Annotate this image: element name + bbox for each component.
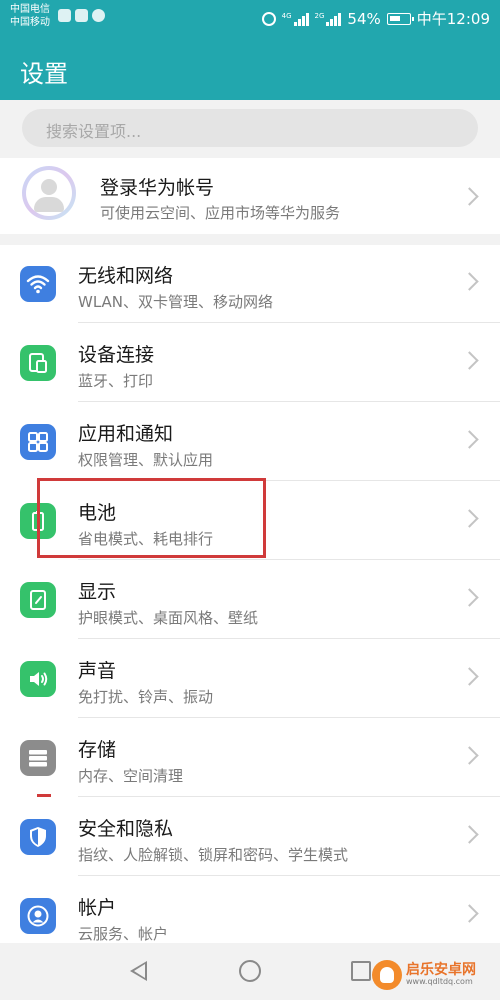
avatar-head	[41, 179, 57, 195]
display-icon	[20, 582, 56, 618]
watermark: 启乐安卓网 www.qdltdq.com	[372, 960, 476, 990]
status-right: 4G 2G 54% 中午12:09	[261, 8, 490, 29]
item-subtitle: WLAN、双卡管理、移动网络	[78, 293, 274, 311]
speaker-icon	[20, 661, 56, 697]
chevron-right-icon	[460, 904, 479, 923]
chevron-right-icon	[460, 667, 479, 686]
signal-icon: 4G	[282, 12, 309, 26]
item-title: 无线和网络	[78, 265, 174, 287]
item-subtitle: 云服务、帐户	[78, 925, 169, 943]
avatar	[22, 166, 76, 220]
home-icon[interactable]	[239, 960, 261, 982]
settings-item-apps-notifications[interactable]: 应用和通知 权限管理、默认应用	[0, 403, 500, 481]
status-bar: 中国电信 中国移动 4G 2G 54% 中午12:09	[0, 0, 500, 36]
device-connection-icon	[20, 345, 56, 381]
apps-grid-icon	[20, 424, 56, 460]
divider	[78, 796, 500, 797]
notification-app-icon	[75, 9, 88, 22]
avatar-body	[34, 197, 64, 212]
back-icon[interactable]	[130, 961, 147, 981]
red-mark	[37, 794, 51, 797]
account-subtitle: 可使用云空间、应用市场等华为服务	[100, 204, 341, 222]
divider	[78, 717, 500, 718]
item-title: 声音	[78, 660, 117, 682]
account-icon	[20, 898, 56, 934]
storage-icon	[20, 740, 56, 776]
page-title: 设置	[20, 60, 68, 88]
divider	[78, 401, 500, 402]
settings-item-storage[interactable]: 存储 内存、空间清理	[0, 719, 500, 797]
chevron-right-icon	[460, 351, 479, 370]
notification-app-icon	[92, 9, 105, 22]
app-bar: 中国电信 中国移动 4G 2G 54% 中午12:09 设置	[0, 0, 500, 100]
settings-item-sound[interactable]: 声音 免打扰、铃声、振动	[0, 640, 500, 718]
account-title: 登录华为帐号	[100, 177, 215, 199]
divider	[78, 875, 500, 876]
shield-icon	[20, 819, 56, 855]
item-subtitle: 护眼模式、桌面风格、壁纸	[78, 609, 259, 627]
item-subtitle: 蓝牙、打印	[78, 372, 154, 390]
chevron-right-icon	[460, 272, 479, 291]
divider	[78, 559, 500, 560]
battery-status-icon	[386, 12, 414, 25]
carrier-2: 中国移动	[10, 17, 50, 28]
wifi-icon	[20, 266, 56, 302]
signal-icon: 2G	[315, 12, 342, 26]
divider	[78, 638, 500, 639]
watermark-logo-icon	[372, 960, 402, 990]
highlight-box	[37, 478, 266, 558]
item-subtitle: 权限管理、默认应用	[78, 451, 214, 469]
item-subtitle: 免打扰、铃声、振动	[78, 688, 214, 706]
network-type-1: 4G	[281, 11, 292, 20]
item-title: 安全和隐私	[78, 818, 174, 840]
chevron-right-icon	[460, 588, 479, 607]
settings-list: 无线和网络 WLAN、双卡管理、移动网络 设备连接 蓝牙、打印 应用和通知 权限…	[0, 245, 500, 943]
search-placeholder: 搜索设置项...	[46, 122, 142, 141]
notification-app-icon	[58, 9, 71, 22]
watermark-url: www.qdltdq.com	[406, 977, 473, 987]
chevron-right-icon	[460, 430, 479, 449]
watermark-name: 启乐安卓网	[406, 961, 476, 978]
settings-item-device-connection[interactable]: 设备连接 蓝牙、打印	[0, 324, 500, 402]
huawei-account-login[interactable]: 登录华为帐号 可使用云空间、应用市场等华为服务	[0, 158, 500, 234]
chevron-right-icon	[460, 825, 479, 844]
settings-item-display[interactable]: 显示 护眼模式、桌面风格、壁纸	[0, 561, 500, 639]
item-subtitle: 指纹、人脸解锁、锁屏和密码、学生模式	[78, 846, 349, 864]
notification-icons	[58, 9, 105, 22]
carrier-1: 中国电信	[10, 4, 50, 15]
item-title: 设备连接	[78, 344, 155, 366]
chevron-right-icon	[460, 509, 479, 528]
divider	[78, 322, 500, 323]
battery-percent: 54%	[347, 9, 381, 28]
search-input[interactable]: 搜索设置项...	[22, 109, 478, 147]
recent-apps-icon[interactable]	[351, 961, 371, 981]
chevron-right-icon	[460, 187, 479, 206]
alarm-icon	[261, 11, 276, 26]
network-type-2: 2G	[314, 11, 325, 20]
item-title: 帐户	[78, 897, 117, 919]
item-title: 应用和通知	[78, 423, 174, 445]
chevron-right-icon	[460, 746, 479, 765]
settings-item-wireless-network[interactable]: 无线和网络 WLAN、双卡管理、移动网络	[0, 245, 500, 323]
item-title: 存储	[78, 739, 117, 761]
settings-item-security-privacy[interactable]: 安全和隐私 指纹、人脸解锁、锁屏和密码、学生模式	[0, 798, 500, 876]
carrier-names: 中国电信 中国移动	[10, 3, 50, 29]
watermark-text: 启乐安卓网 www.qdltdq.com	[406, 961, 476, 987]
item-title: 显示	[78, 581, 117, 603]
item-subtitle: 内存、空间清理	[78, 767, 184, 785]
clock: 中午12:09	[416, 10, 490, 28]
